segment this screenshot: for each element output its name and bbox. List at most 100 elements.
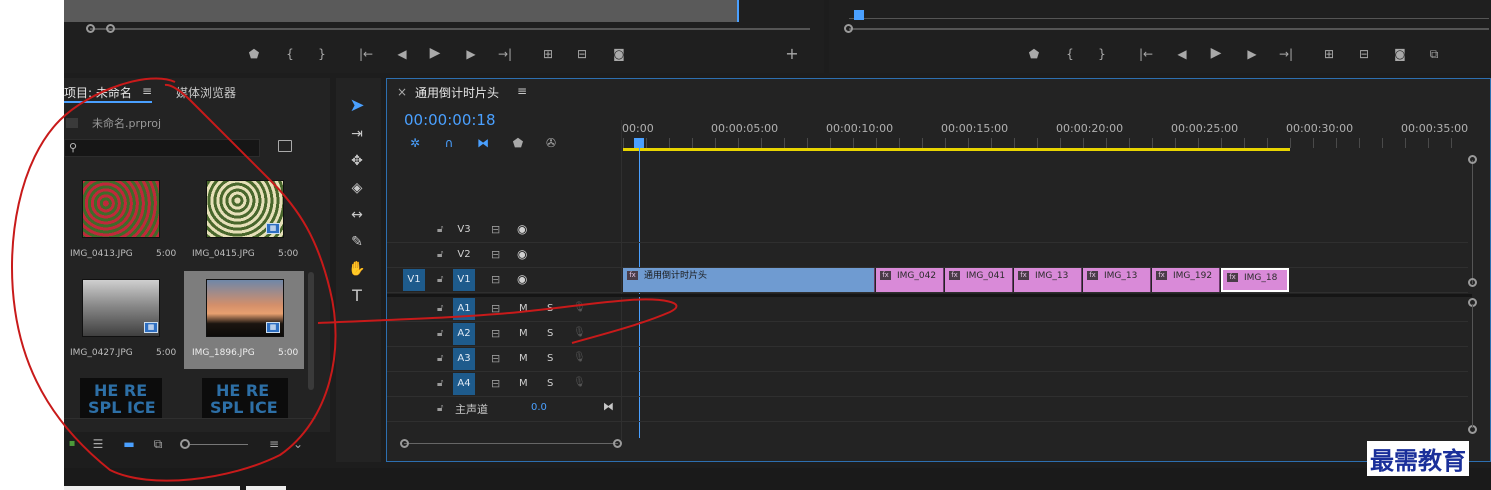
go-to-in-icon[interactable]: |← — [1138, 46, 1154, 62]
eye-icon[interactable]: ◉ — [517, 247, 527, 261]
mark-in-icon[interactable]: { — [1062, 46, 1078, 62]
snap-magnet-icon[interactable]: ∩ — [441, 135, 457, 151]
timecode[interactable]: 00:00:00:18 — [404, 111, 496, 129]
list-item[interactable]: ▦ IMG_0427.JPG 5:00 — [64, 271, 182, 363]
nest-icon[interactable]: ✲ — [407, 135, 423, 151]
razor-tool-icon[interactable]: ◈ — [346, 177, 368, 199]
play-icon[interactable]: ▶ — [427, 45, 443, 61]
microphone-icon[interactable]: 🎙︎ — [573, 327, 586, 338]
timeline-hscroll[interactable] — [404, 443, 618, 444]
list-view-icon[interactable]: ☰ — [90, 436, 106, 452]
extract-icon[interactable]: ⊟ — [1356, 46, 1372, 62]
pen-tool-icon[interactable]: ✎ — [346, 231, 368, 253]
solo-button[interactable]: S — [547, 303, 553, 314]
icon-view-icon[interactable]: ▬ — [121, 436, 137, 452]
go-to-in-icon[interactable]: |← — [358, 46, 374, 62]
step-forward-icon[interactable]: ▶ — [463, 46, 479, 62]
solo-button[interactable]: S — [547, 353, 553, 364]
lock-icon[interactable]: 🔓︎ — [437, 224, 443, 235]
mute-button[interactable]: M — [519, 303, 528, 314]
close-icon[interactable]: × — [397, 85, 407, 99]
toggle-sync-icon[interactable]: ⊟ — [491, 352, 500, 365]
zoom-slider[interactable] — [188, 444, 248, 445]
marker-icon[interactable]: ⬟ — [1026, 46, 1042, 62]
sort-icon[interactable]: ≡ — [266, 436, 282, 452]
track-select-tool-icon[interactable]: ⇥ — [346, 123, 368, 145]
hand-tool-icon[interactable]: ✋ — [346, 258, 368, 280]
playhead-handle[interactable] — [634, 138, 644, 148]
zoom-slider-knob[interactable] — [180, 439, 190, 449]
mute-button[interactable]: M — [519, 378, 528, 389]
source-zoom-start[interactable] — [86, 24, 95, 33]
search-input[interactable]: ⚲ — [64, 139, 260, 157]
source-zoom-end[interactable] — [106, 24, 115, 33]
program-scrub-bar[interactable] — [849, 18, 1489, 19]
toggle-sync-icon[interactable]: ⊟ — [491, 223, 500, 236]
track-a4[interactable]: 🔓︎ A4 ⊟ M S 🎙︎ — [387, 372, 1468, 397]
source-patch[interactable]: V1 — [403, 269, 425, 291]
step-back-icon[interactable]: ◀ — [394, 46, 410, 62]
add-marker-icon[interactable]: ⬟ — [510, 135, 526, 151]
project-scrollbar[interactable] — [308, 272, 314, 390]
comparison-view-icon[interactable]: ⧉ — [1426, 46, 1442, 62]
list-item-selected[interactable]: ▦ IMG_1896.JPG 5:00 — [184, 271, 304, 369]
track-name[interactable]: A3 — [453, 348, 475, 370]
work-area-bar[interactable] — [623, 148, 1290, 151]
export-frame-icon[interactable]: ◙ — [611, 46, 627, 62]
toggle-sync-icon[interactable]: ⊟ — [491, 302, 500, 315]
step-forward-icon[interactable]: ▶ — [1244, 46, 1260, 62]
program-zoom-bar[interactable] — [849, 28, 1489, 30]
program-zoom-start[interactable] — [844, 24, 853, 33]
lift-icon[interactable]: ⊞ — [1321, 46, 1337, 62]
go-to-end-icon[interactable]: ⧓ — [603, 400, 614, 413]
microphone-icon[interactable]: 🎙︎ — [573, 352, 586, 363]
toggle-sync-icon[interactable]: ⊟ — [491, 273, 500, 286]
type-tool-icon[interactable]: T — [346, 285, 368, 307]
microphone-icon[interactable]: 🎙︎ — [573, 302, 586, 313]
timeline-clip[interactable]: fx IMG_13 — [1083, 268, 1151, 292]
lock-icon[interactable]: 🔓︎ — [437, 328, 443, 339]
overwrite-icon[interactable]: ⊟ — [574, 46, 590, 62]
track-name[interactable]: A1 — [453, 298, 475, 320]
master-volume[interactable]: 0.0 — [531, 402, 547, 413]
track-name[interactable]: A4 — [453, 373, 475, 395]
add-button-icon[interactable]: + — [784, 46, 800, 62]
timeline-vscroll-knob[interactable] — [1468, 278, 1477, 287]
list-item[interactable]: HE RE SPL ICE — [202, 378, 288, 418]
list-item[interactable]: IMG_0413.JPG 5:00 — [64, 172, 182, 264]
play-icon[interactable]: ▶ — [1208, 45, 1224, 61]
playhead-marker[interactable] — [854, 10, 864, 20]
timeline-clip[interactable]: fx IMG_192 — [1152, 268, 1220, 292]
track-v2[interactable]: 🔓︎ V2 ⊟ ◉ — [387, 243, 1468, 268]
track-a3[interactable]: 🔓︎ A3 ⊟ M S 🎙︎ — [387, 347, 1468, 372]
track-name[interactable]: V2 — [453, 244, 475, 266]
source-scrub-bar[interactable] — [64, 0, 738, 22]
lock-icon[interactable]: 🔓︎ — [437, 249, 443, 260]
track-master[interactable]: 🔓︎ 主声道 0.0 ⧓ — [387, 397, 1468, 422]
mark-out-icon[interactable]: } — [314, 46, 330, 62]
solo-button[interactable]: S — [547, 328, 553, 339]
go-to-out-icon[interactable]: →| — [497, 46, 513, 62]
list-item[interactable]: ▦ IMG_0415.JPG 5:00 — [184, 172, 304, 264]
toggle-sync-icon[interactable]: ⊟ — [491, 248, 500, 261]
new-bin-icon[interactable] — [278, 140, 292, 152]
export-frame-icon[interactable]: ◙ — [1392, 46, 1408, 62]
track-a1[interactable]: 🔓︎ A1 ⊟ M S 🎙︎ — [387, 297, 1468, 322]
lock-icon[interactable]: 🔓︎ — [437, 303, 443, 314]
timeline-clip[interactable]: fx IMG_042 — [876, 268, 944, 292]
settings-wrench-icon[interactable]: ✇ — [543, 135, 559, 151]
list-item[interactable]: HE RE SPL ICE — [80, 378, 162, 418]
eye-icon[interactable]: ◉ — [517, 272, 527, 286]
timeline-clip-selected[interactable]: fx IMG_18 — [1221, 268, 1289, 292]
mute-button[interactable]: M — [519, 353, 528, 364]
go-to-out-icon[interactable]: →| — [1278, 46, 1294, 62]
track-a2[interactable]: 🔓︎ A2 ⊟ M S 🎙︎ — [387, 322, 1468, 347]
freeform-view-icon[interactable]: ⧉ — [150, 436, 166, 452]
linked-selection-icon[interactable]: ⧓ — [475, 135, 491, 151]
toggle-sync-icon[interactable]: ⊟ — [491, 377, 500, 390]
selection-tool-icon[interactable]: ➤ — [346, 95, 368, 117]
timeline-clip-countdown[interactable]: fx 通用倒计时片头 — [623, 268, 875, 292]
source-zoom-bar[interactable] — [90, 28, 810, 30]
new-item-icon[interactable]: ▪ — [64, 436, 80, 452]
tab-media-browser[interactable]: 媒体浏览器 — [176, 84, 236, 101]
